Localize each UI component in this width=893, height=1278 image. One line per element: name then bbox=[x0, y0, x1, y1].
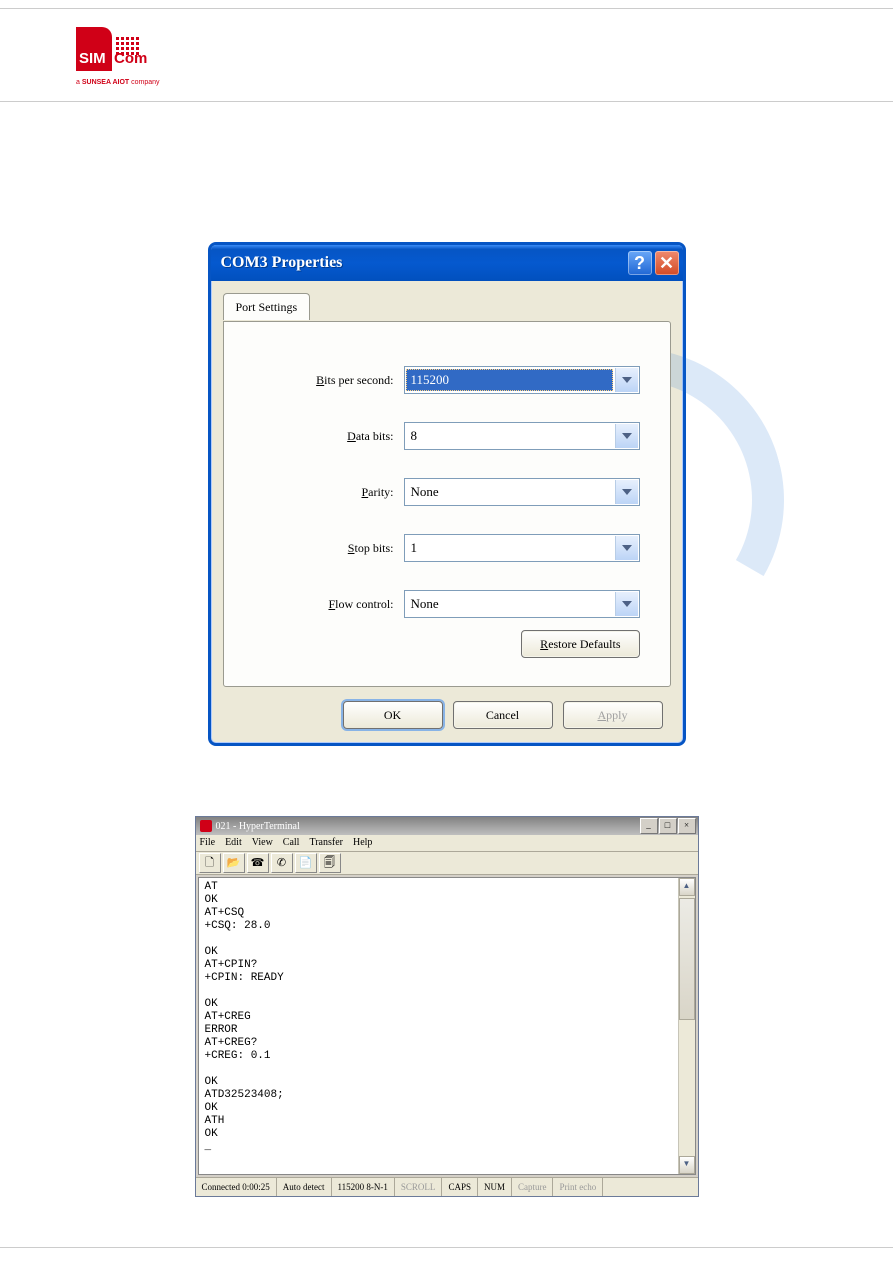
connect-icon[interactable]: ☎ bbox=[247, 853, 269, 873]
status-num: NUM bbox=[478, 1178, 512, 1196]
chevron-down-icon bbox=[615, 424, 638, 448]
terminal-output[interactable]: AT OK AT+CSQ +CSQ: 28.0 OK AT+CPIN? +CPI… bbox=[198, 877, 696, 1175]
help-button[interactable]: ? bbox=[628, 251, 652, 275]
scroll-down-icon[interactable]: ▼ bbox=[679, 1156, 695, 1174]
apply-button[interactable]: Apply bbox=[563, 701, 663, 729]
tab-port-settings[interactable]: Port Settings bbox=[223, 293, 311, 320]
status-auto-detect: Auto detect bbox=[277, 1178, 332, 1196]
chevron-down-icon bbox=[615, 480, 638, 504]
new-icon[interactable]: 🗋 bbox=[199, 853, 221, 873]
page-header: SIM Com a SUNSEA AIOT company bbox=[0, 9, 893, 101]
data-bits-select[interactable]: 8 bbox=[404, 422, 640, 450]
status-bar: Connected 0:00:25 Auto detect 115200 8-N… bbox=[196, 1177, 698, 1196]
restore-defaults-button[interactable]: Restore Defaults bbox=[521, 630, 639, 658]
stop-bits-select[interactable]: 1 bbox=[404, 534, 640, 562]
bits-per-second-select[interactable]: 115200 bbox=[404, 366, 640, 394]
hyperterminal-titlebar: 021 - HyperTerminal _ □ × bbox=[196, 817, 698, 835]
cancel-button[interactable]: Cancel bbox=[453, 701, 553, 729]
com3-properties-dialog: COM3 Properties ? ✕ Port Settings Bits p… bbox=[208, 242, 686, 746]
hyperterminal-toolbar: 🗋 📂 ☎ ✆ 📄 🗐 bbox=[196, 852, 698, 875]
port-settings-panel: Bits per second: 115200 Data bits: 8 bbox=[223, 321, 671, 687]
menu-help[interactable]: Help bbox=[353, 835, 372, 851]
status-connected: Connected 0:00:25 bbox=[196, 1178, 277, 1196]
hyperterminal-title: 021 - HyperTerminal bbox=[216, 821, 639, 832]
menu-transfer[interactable]: Transfer bbox=[309, 835, 343, 851]
status-echo: Print echo bbox=[553, 1178, 603, 1196]
menu-view[interactable]: View bbox=[252, 835, 273, 851]
logo-subtitle: a SUNSEA AIOT company bbox=[76, 79, 893, 86]
bits-per-second-label: Bits per second: bbox=[254, 373, 404, 388]
maximize-button[interactable]: □ bbox=[659, 818, 677, 834]
status-capture: Capture bbox=[512, 1178, 554, 1196]
scroll-up-icon[interactable]: ▲ bbox=[679, 878, 695, 896]
hyperterminal-window: 021 - HyperTerminal _ □ × File Edit View… bbox=[195, 816, 699, 1197]
disconnect-icon[interactable]: ✆ bbox=[271, 853, 293, 873]
parity-select[interactable]: None bbox=[404, 478, 640, 506]
simcom-logo: SIM Com bbox=[76, 27, 156, 77]
dialog-titlebar: COM3 Properties ? ✕ bbox=[211, 245, 683, 281]
data-bits-label: Data bits: bbox=[254, 429, 404, 444]
send-icon[interactable]: 📄 bbox=[295, 853, 317, 873]
flow-control-select[interactable]: None bbox=[404, 590, 640, 618]
app-icon bbox=[200, 820, 212, 832]
stop-bits-label: Stop bits: bbox=[254, 541, 404, 556]
minimize-button[interactable]: _ bbox=[640, 818, 658, 834]
ok-button[interactable]: OK bbox=[343, 701, 443, 729]
chevron-down-icon bbox=[615, 592, 638, 616]
scroll-thumb[interactable] bbox=[679, 898, 695, 1020]
open-icon[interactable]: 📂 bbox=[223, 853, 245, 873]
dialog-title: COM3 Properties bbox=[221, 254, 625, 272]
status-caps: CAPS bbox=[442, 1178, 478, 1196]
chevron-down-icon bbox=[615, 536, 638, 560]
chevron-down-icon bbox=[615, 368, 638, 392]
menu-file[interactable]: File bbox=[200, 835, 216, 851]
scrollbar[interactable]: ▲ ▼ bbox=[678, 878, 695, 1174]
terminal-text: AT OK AT+CSQ +CSQ: 28.0 OK AT+CPIN? +CPI… bbox=[199, 878, 695, 1157]
status-scroll: SCROLL bbox=[395, 1178, 443, 1196]
properties-icon[interactable]: 🗐 bbox=[319, 853, 341, 873]
menu-call[interactable]: Call bbox=[283, 835, 300, 851]
status-baud: 115200 8-N-1 bbox=[332, 1178, 395, 1196]
menu-edit[interactable]: Edit bbox=[225, 835, 242, 851]
close-button[interactable]: × bbox=[678, 818, 696, 834]
hyperterminal-menu: File Edit View Call Transfer Help bbox=[196, 835, 698, 852]
parity-label: Parity: bbox=[254, 485, 404, 500]
close-button[interactable]: ✕ bbox=[655, 251, 679, 275]
flow-control-label: Flow control: bbox=[254, 597, 404, 612]
